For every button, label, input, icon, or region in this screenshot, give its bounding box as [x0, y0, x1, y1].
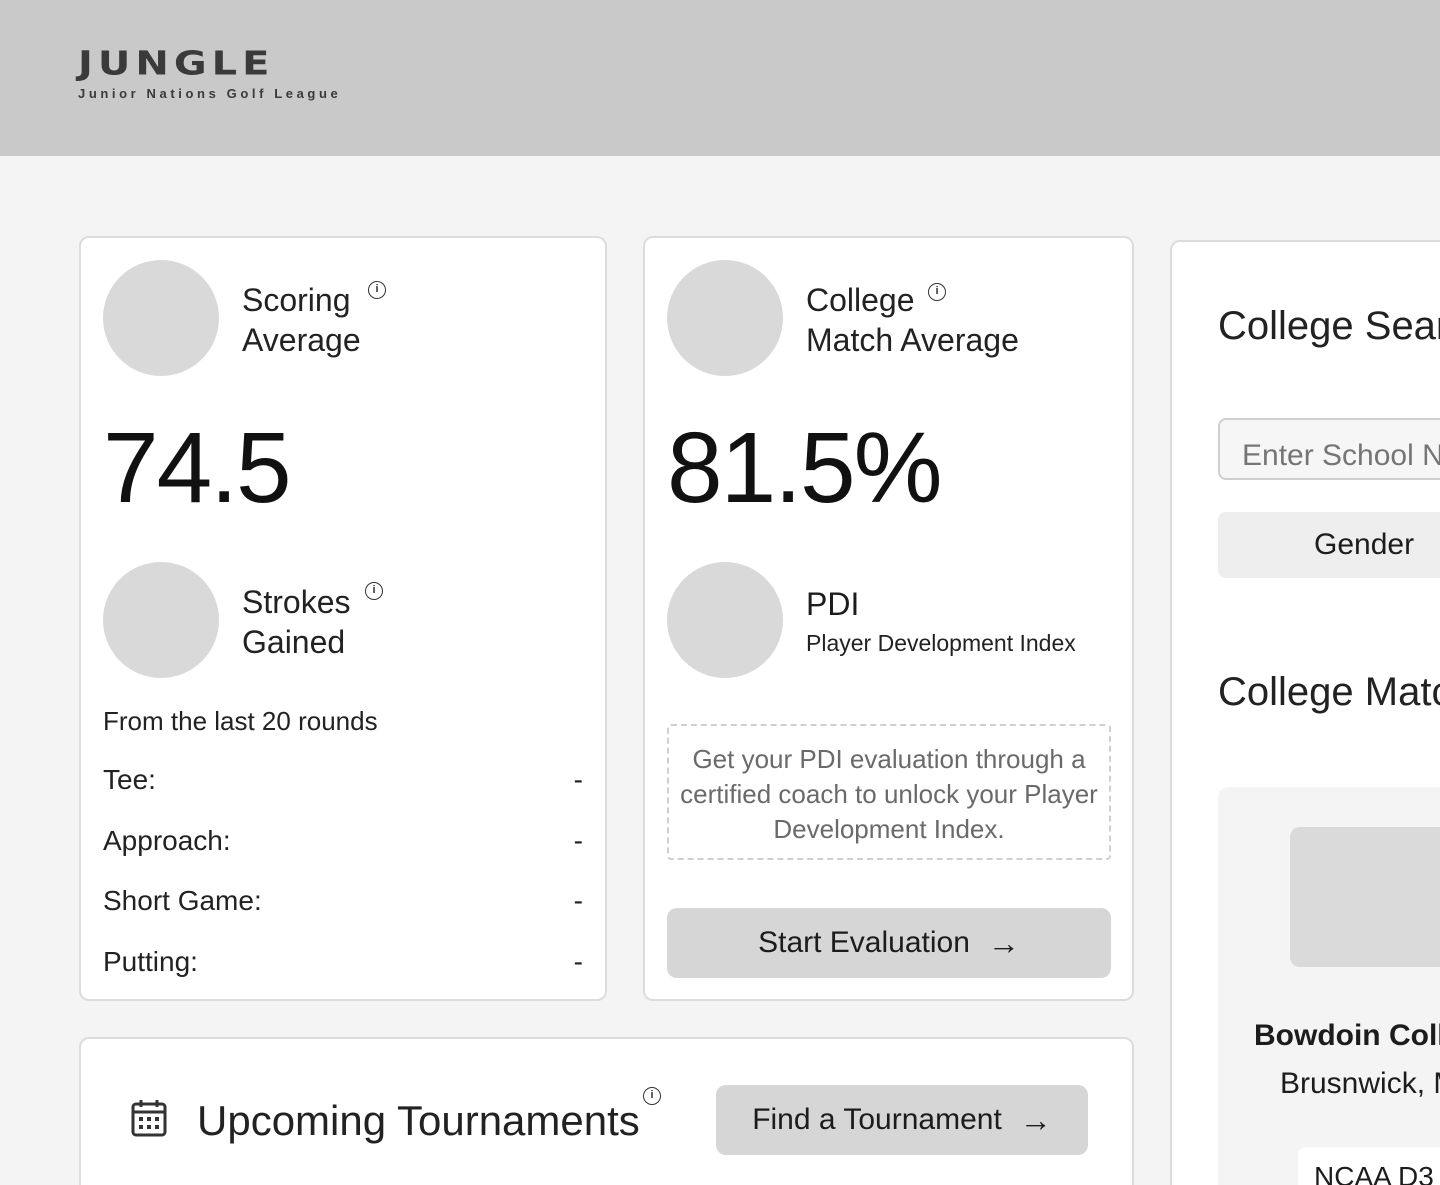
college-image — [1290, 827, 1440, 967]
college-match-value: 81.5% — [667, 412, 943, 524]
strokes-gained-info-icon[interactable]: i — [365, 582, 383, 600]
strokes-gained-image — [103, 562, 219, 678]
tournaments-info-icon[interactable]: i — [643, 1087, 661, 1105]
sg-row-value: - — [573, 885, 583, 916]
school-location: Brusnwick, ME — [1280, 1067, 1440, 1100]
college-search-title: College Search — [1218, 304, 1440, 348]
logo[interactable]: JUNGLE Junior Nations Golf League — [78, 46, 341, 101]
logo-tagline: Junior Nations Golf League — [78, 86, 342, 101]
strokes-gained-note: From the last 20 rounds — [103, 706, 378, 736]
sg-row-label: Putting: — [103, 946, 198, 977]
pdi-message-box: Get your PDI evaluation through a certif… — [667, 724, 1111, 860]
sg-row-label: Short Game: — [103, 885, 262, 916]
pdi-subtitle: Player Development Index — [806, 630, 1076, 656]
gender-select[interactable]: Gender — [1218, 512, 1440, 578]
logo-wordmark: JUNGLE — [78, 45, 275, 83]
school-name: Bowdoin College — [1254, 1019, 1440, 1052]
start-evaluation-label: Start Evaluation — [758, 926, 970, 959]
sg-row-label: Tee: — [103, 764, 156, 795]
find-tournament-button[interactable]: Find a Tournament → — [716, 1085, 1088, 1155]
top-header: JUNGLE Junior Nations Golf League — [0, 0, 1440, 156]
school-name-input[interactable] — [1218, 418, 1440, 480]
college-search-card: College Search Gender College Matches Bo… — [1170, 240, 1440, 1185]
scoring-average-image — [103, 260, 219, 376]
arrow-right-icon: → — [1019, 1102, 1052, 1138]
sg-row-value: - — [573, 825, 583, 856]
strokes-gained-label: Strokes Gained — [242, 584, 351, 660]
scoring-card: Scoring Average i 74.5 Strokes Gained i … — [79, 236, 607, 1001]
scoring-info-icon[interactable]: i — [368, 281, 386, 299]
find-tournament-label: Find a Tournament — [752, 1103, 1002, 1136]
upcoming-tournaments-card: Upcoming Tournaments i Find a Tournament… — [79, 1037, 1134, 1185]
pdi-image — [667, 562, 783, 678]
college-match-label: College Match Average — [806, 282, 1019, 358]
scoring-average-value: 74.5 — [103, 412, 292, 524]
sg-row-value: - — [573, 764, 583, 795]
school-division-badge: NCAA D3 — [1298, 1147, 1440, 1185]
sg-row-short-game: Short Game: - — [103, 885, 583, 919]
college-match-card: College Match Average i 81.5% PDI Player… — [643, 236, 1134, 1001]
start-evaluation-button[interactable]: Start Evaluation → — [667, 908, 1111, 978]
sg-row-tee: Tee: - — [103, 764, 583, 798]
arrow-right-icon: → — [987, 925, 1020, 961]
pdi-title: PDI — [806, 586, 860, 622]
upcoming-tournaments-title: Upcoming Tournaments — [197, 1097, 640, 1144]
college-matches-title: College Matches — [1218, 670, 1440, 714]
college-match-info-icon[interactable]: i — [928, 283, 946, 301]
sg-row-label: Approach: — [103, 825, 231, 856]
college-match-image — [667, 260, 783, 376]
sg-row-approach: Approach: - — [103, 825, 583, 859]
calendar-icon — [131, 1100, 167, 1137]
sg-row-putting: Putting: - — [103, 946, 583, 980]
dashboard-page: JUNGLE Junior Nations Golf League Scorin… — [0, 0, 1440, 1185]
scoring-average-label: Scoring Average — [242, 282, 361, 358]
college-match-item[interactable]: Bowdoin College Brusnwick, ME NCAA D3 — [1218, 787, 1440, 1185]
sg-row-value: - — [573, 946, 583, 977]
